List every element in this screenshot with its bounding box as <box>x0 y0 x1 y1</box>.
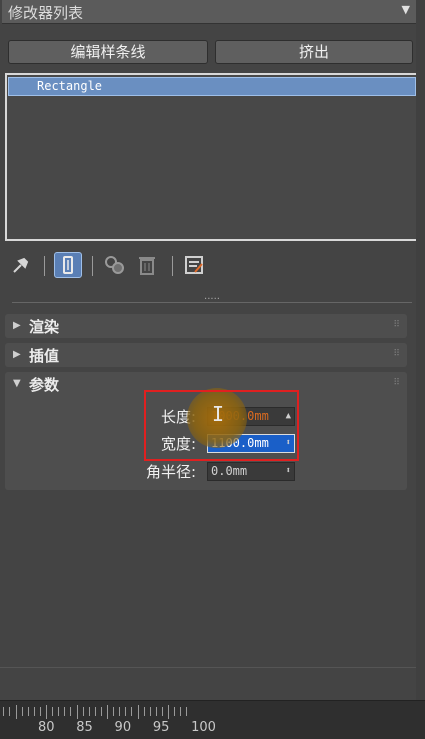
timeline-tick <box>21 707 23 716</box>
chevron-down-icon[interactable]: ▼ <box>402 3 410 16</box>
toolbar-separator <box>172 256 173 276</box>
timeline-tick <box>143 707 145 716</box>
rollout-title[interactable]: 参数 <box>29 374 59 395</box>
timeline-tick <box>9 707 11 716</box>
timeline-label: 80 <box>38 720 55 735</box>
timeline-tick <box>76 705 78 719</box>
toolbar-separator <box>92 256 93 276</box>
timeline-tick <box>88 707 90 716</box>
rollout-title: 渲染 <box>29 318 60 336</box>
remove-modifier-icon[interactable] <box>137 254 157 276</box>
modifier-list-label: 修改器列表 <box>8 4 84 22</box>
timeline-tick <box>3 707 5 716</box>
stack-item-rectangle[interactable]: Rectangle <box>8 77 416 96</box>
timeline-tick <box>155 707 157 716</box>
spinner-arrows-icon[interactable]: ⬍ <box>286 463 291 480</box>
timeline-tick <box>149 707 151 716</box>
timeline-tick <box>186 707 188 716</box>
configure-modifier-sets-icon[interactable] <box>183 254 205 276</box>
panel-scrollbar[interactable] <box>416 0 425 700</box>
modifier-stack-list[interactable]: Rectangle <box>5 73 419 241</box>
timeline-tick <box>131 707 133 716</box>
timeline-tick <box>137 705 139 719</box>
timeline-tick <box>100 707 102 716</box>
annotation-box <box>144 390 299 461</box>
timeline-tick <box>107 705 108 719</box>
chevron-down-icon[interactable]: ▼ <box>13 378 21 389</box>
timeline-label: 95 <box>152 720 170 735</box>
rollout-grip-icon: ⠿ <box>393 349 400 359</box>
pin-stack-icon[interactable] <box>10 254 34 276</box>
make-unique-icon[interactable] <box>102 254 128 276</box>
timeline-tick <box>27 707 29 716</box>
timeline-tick <box>161 707 163 716</box>
timeline-tick <box>58 707 60 716</box>
corner-radius-value[interactable]: 0.0mm <box>211 464 247 478</box>
extrude-button[interactable]: 挤出 <box>215 40 413 64</box>
timeline-label: 85 <box>76 720 93 735</box>
timeline-tick <box>113 707 115 716</box>
timeline-tick <box>46 705 47 719</box>
modifier-list-dropdown[interactable]: 修改器列表 ▼ <box>2 0 416 24</box>
timeline-tick <box>168 705 169 719</box>
timeline-label: 100 <box>191 720 216 735</box>
show-end-result-icon[interactable] <box>54 252 82 278</box>
corner-radius-spinner[interactable]: 0.0mm ⬍ <box>207 462 295 481</box>
timeline-tick <box>94 707 96 716</box>
timeline-label: 90 <box>114 720 132 735</box>
rollout-grip-icon: ⠿ <box>393 378 400 388</box>
divider-grip-icon[interactable]: ····· <box>200 295 224 306</box>
timeline-tick <box>174 707 176 716</box>
timeline-tick <box>180 707 182 716</box>
chevron-right-icon: ▶ <box>13 349 21 360</box>
toolbar-separator <box>44 256 45 276</box>
timeline-tick <box>125 707 127 716</box>
timeline-tick <box>82 707 84 716</box>
timeline-tick <box>70 707 72 716</box>
panel-bottom-edge <box>0 667 425 668</box>
rollout-title: 插值 <box>29 347 60 365</box>
rollout-interpolation[interactable]: ▶ 插值 ⠿ <box>5 343 407 367</box>
timeline-tick <box>64 707 66 716</box>
timeline-ruler[interactable]: 80 85 90 95 100 <box>0 700 425 739</box>
rollout-grip-icon: ⠿ <box>393 320 400 330</box>
timeline-tick <box>15 705 17 719</box>
edit-spline-button[interactable]: 编辑样条线 <box>8 40 208 64</box>
corner-radius-label: 角半径: <box>145 463 196 481</box>
rollout-render[interactable]: ▶ 渲染 ⠿ <box>5 314 407 338</box>
timeline-tick <box>33 707 35 716</box>
timeline-tick <box>119 707 121 716</box>
timeline-tick <box>39 707 41 716</box>
timeline-tick <box>52 707 54 716</box>
chevron-right-icon: ▶ <box>13 320 21 331</box>
